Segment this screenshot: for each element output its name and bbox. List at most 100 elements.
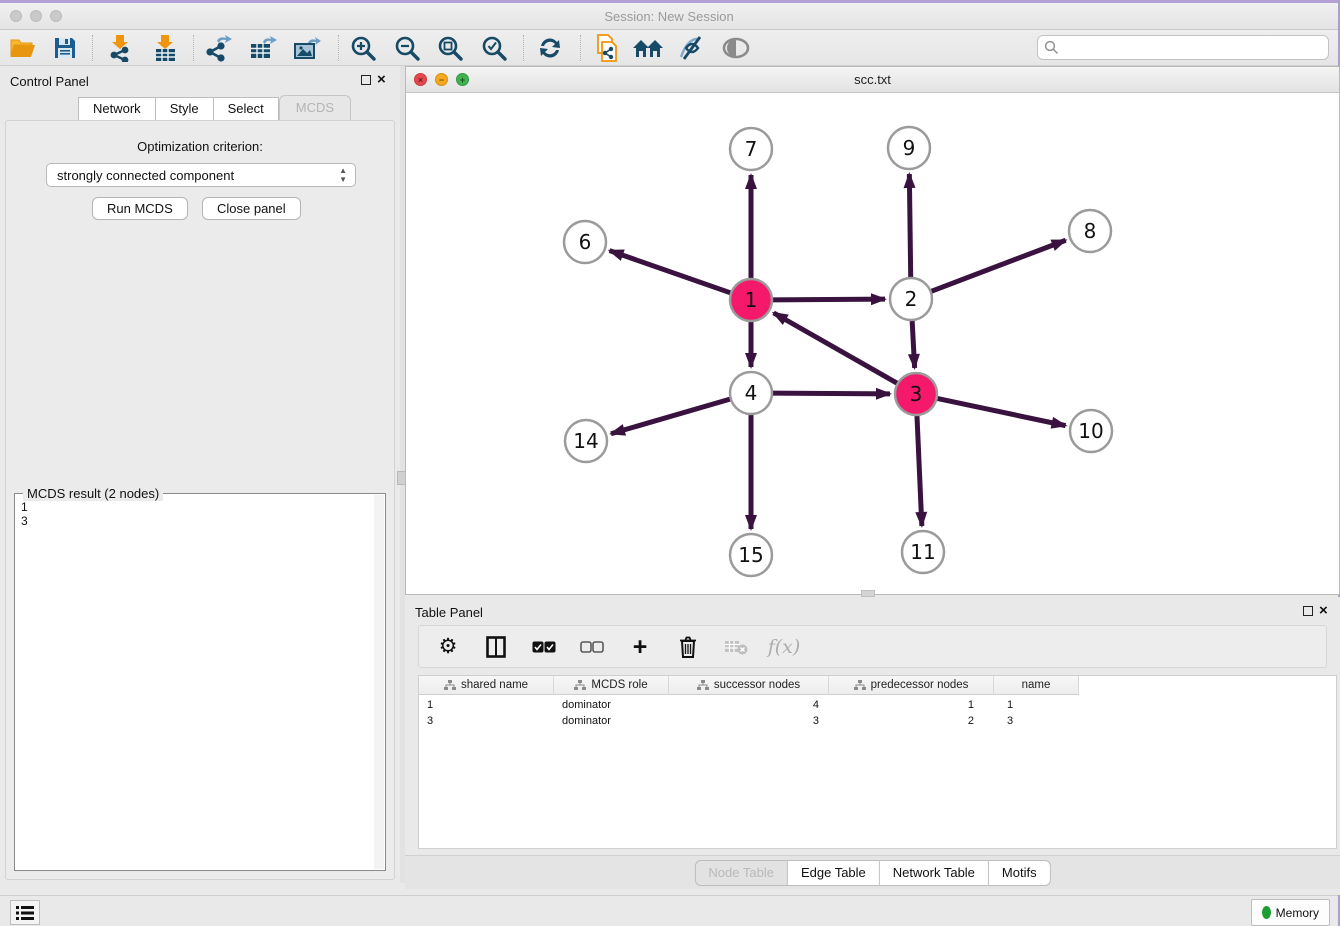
cell-predecessor-nodes[interactable]: 1 [834,699,974,711]
search-input[interactable] [1063,38,1328,58]
graph-node-label-8: 8 [1084,219,1097,243]
import-table-icon[interactable] [148,33,182,63]
close-panel-icon[interactable]: × [377,71,386,88]
network-window-title: scc.txt [406,72,1339,87]
cell-shared-name[interactable]: 1 [427,699,433,711]
cell-successor-nodes[interactable]: 4 [669,699,819,711]
graph-edge-4-14[interactable] [611,399,731,434]
status-bar: Memory [0,895,1338,926]
graph-edge-3-11[interactable] [917,415,922,526]
delete-table-icon[interactable] [723,634,749,660]
task-history-button[interactable] [10,900,40,925]
result-scrollbar[interactable] [374,495,384,869]
graph-node-label-11: 11 [910,540,935,564]
cell-predecessor-nodes[interactable]: 2 [834,715,974,727]
tree-icon [854,680,866,691]
tab-edge-table[interactable]: Edge Table [788,860,880,886]
home-icon[interactable] [631,33,665,63]
zoom-fit-icon[interactable] [433,33,467,63]
cell-mcds-role[interactable]: dominator [562,699,611,711]
tab-node-table[interactable]: Node Table [694,860,788,886]
graph[interactable]: 7968124314101511 [406,93,1339,594]
graph-node-label-3: 3 [910,382,923,406]
graph-node-label-15: 15 [738,543,763,567]
graph-node-label-7: 7 [745,137,758,161]
tab-select[interactable]: Select [214,97,279,120]
dropdown-stepper-icon: ▲▼ [339,166,347,184]
graph-node-label-9: 9 [903,136,916,160]
tab-mcds[interactable]: MCDS [279,95,351,120]
column-header-shared-name[interactable]: shared name [419,676,554,695]
network-table-divider-grip[interactable] [861,590,875,597]
function-builder-icon[interactable]: f(x) [771,634,797,660]
column-header-predecessor-nodes[interactable]: predecessor nodes [829,676,994,695]
table-settings-icon[interactable]: ⚙ [435,634,461,660]
export-table-icon[interactable] [246,33,280,63]
run-mcds-button[interactable]: Run MCDS [92,197,188,220]
graph-edge-2-9[interactable] [909,174,910,278]
mcds-result-group: MCDS result (2 nodes) 1 3 [14,493,386,871]
cell-mcds-role[interactable]: dominator [562,715,611,727]
column-header-successor-nodes[interactable]: successor nodes [669,676,829,695]
network-view-window: × − + scc.txt 7968124314101511 [405,66,1340,595]
add-column-icon[interactable]: + [627,634,653,660]
criterion-dropdown[interactable]: strongly connected component ▲▼ [46,163,356,187]
hide-graphics-icon[interactable] [675,33,709,63]
save-session-icon[interactable] [48,33,82,63]
delete-column-icon[interactable] [675,634,701,660]
select-all-icon[interactable] [531,634,557,660]
mcds-result-text[interactable]: 1 3 [17,500,369,865]
column-header-mcds-role[interactable]: MCDS role [554,676,669,695]
float-table-panel-icon[interactable] [1303,606,1313,616]
graph-edge-3-1[interactable] [774,313,898,384]
close-panel-button[interactable]: Close panel [202,197,301,220]
tab-style[interactable]: Style [156,97,214,120]
search-field[interactable] [1037,35,1329,60]
import-network-icon[interactable] [103,33,137,63]
table-row[interactable]: 3 dominator 3 2 3 [419,714,1336,730]
table-tabs-strip: Node Table Edge Table Network Table Moti… [405,855,1340,889]
memory-status-icon [1262,906,1271,919]
close-table-panel-icon[interactable]: × [1319,602,1328,619]
app-title-bar: Session: New Session [0,3,1338,30]
tab-network-table[interactable]: Network Table [880,860,989,886]
tree-icon [697,680,709,691]
show-graphics-icon[interactable] [719,33,753,63]
cell-shared-name[interactable]: 3 [427,715,433,727]
graph-edge-3-10[interactable] [937,398,1066,425]
tab-motifs[interactable]: Motifs [989,860,1051,886]
cell-name[interactable]: 1 [1007,699,1013,711]
graph-edge-1-2[interactable] [772,299,885,300]
graph-edge-4-3[interactable] [772,393,890,394]
float-panel-icon[interactable] [361,75,371,85]
optimization-criterion-label: Optimization criterion: [6,139,394,154]
network-canvas[interactable]: 7968124314101511 [406,93,1339,594]
cell-successor-nodes[interactable]: 3 [669,715,819,727]
show-columns-icon[interactable] [483,634,509,660]
copy-network-icon[interactable] [588,33,622,63]
criterion-value: strongly connected component [57,168,234,183]
tab-network[interactable]: Network [78,97,156,120]
toolbar-separator [338,35,339,61]
export-network-icon[interactable] [202,33,236,63]
open-session-icon[interactable] [6,33,40,63]
control-panel: Control Panel × Network Style Select MCD… [0,66,400,883]
graph-edge-1-6[interactable] [610,251,732,293]
list-icon [16,906,34,920]
cell-name[interactable]: 3 [1007,715,1013,727]
table-row[interactable]: 1 dominator 4 1 1 [419,698,1336,714]
graph-edge-2-8[interactable] [931,240,1066,291]
memory-button[interactable]: Memory [1251,899,1330,926]
refresh-layout-icon[interactable] [533,33,567,63]
mcds-result-title: MCDS result (2 nodes) [23,486,163,501]
network-window-titlebar[interactable]: × − + scc.txt [406,67,1339,93]
zoom-out-icon[interactable] [390,33,424,63]
zoom-in-icon[interactable] [346,33,380,63]
zoom-selected-icon[interactable] [477,33,511,63]
column-header-name[interactable]: name [994,676,1079,695]
export-image-icon[interactable] [290,33,324,63]
graph-node-label-4: 4 [745,381,758,405]
graph-node-label-6: 6 [579,230,592,254]
graph-edge-2-3[interactable] [912,320,915,368]
deselect-all-icon[interactable] [579,634,605,660]
